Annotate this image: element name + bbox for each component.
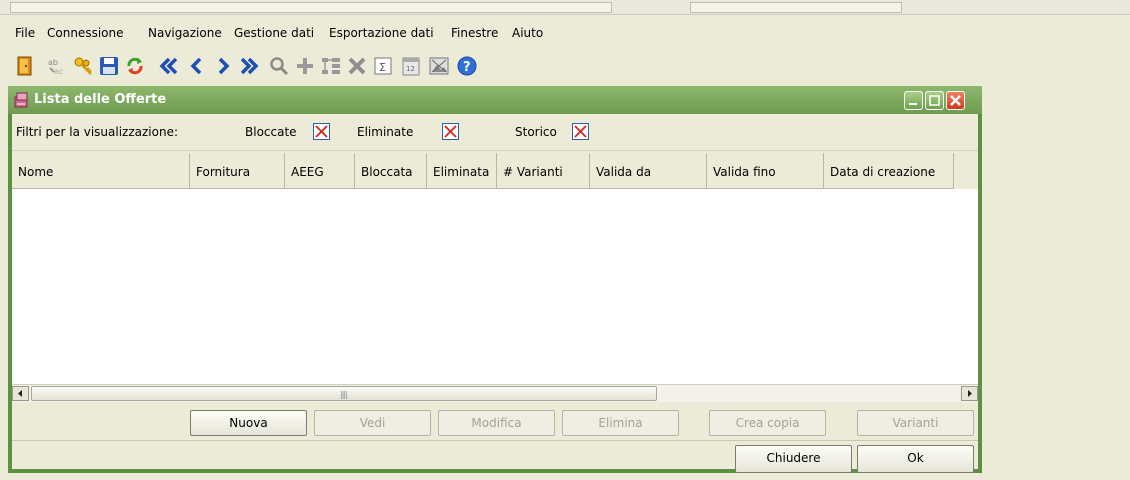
filter-eliminate-checkbox[interactable] <box>442 123 459 140</box>
last-record-icon[interactable] <box>238 55 260 77</box>
image-icon[interactable] <box>428 55 450 77</box>
scroll-grip-icon: |||| <box>340 390 348 399</box>
save-icon[interactable] <box>98 55 120 77</box>
filter-eliminate-label: Eliminate <box>357 125 414 139</box>
filter-bar: Filtri per la visualizzazione: Bloccate … <box>12 114 978 151</box>
maximize-button[interactable] <box>925 91 944 110</box>
vedi-button[interactable]: Vedi <box>314 410 431 436</box>
table-body[interactable] <box>12 189 978 384</box>
menu-connessione[interactable]: Connessione <box>47 26 123 40</box>
menu-esportazione-dati[interactable]: Esportazione dati <box>329 26 434 40</box>
nuova-button[interactable]: Nuova <box>190 410 307 436</box>
ok-button[interactable]: Ok <box>857 445 974 473</box>
filter-bloccate-label: Bloccate <box>245 125 297 139</box>
svg-text:12: 12 <box>406 65 415 73</box>
top-strip-segment <box>10 2 612 13</box>
menu-bar: File Connessione Navigazione Gestione da… <box>0 18 1130 46</box>
column-header-valida-da[interactable]: Valida da <box>590 153 707 189</box>
column-header-valida-fino[interactable]: Valida fino <box>707 153 824 189</box>
window-title-bar[interactable]: Lista delle Offerte <box>8 86 982 114</box>
column-header-aeeg[interactable]: AEEG <box>285 153 355 189</box>
svg-text:Σ: Σ <box>379 61 386 74</box>
structure-icon[interactable] <box>320 55 342 77</box>
column-header-eliminata[interactable]: Eliminata <box>427 153 497 189</box>
keys-icon[interactable] <box>72 55 94 77</box>
top-strip <box>0 0 1130 15</box>
menu-gestione-dati[interactable]: Gestione dati <box>234 26 314 40</box>
scroll-thumb[interactable]: |||| <box>31 386 657 401</box>
filter-storico-label: Storico <box>515 125 557 139</box>
menu-aiuto[interactable]: Aiuto <box>512 26 543 40</box>
table-header: Nome Fornitura AEEG Bloccata Eliminata #… <box>12 153 978 189</box>
help-icon[interactable]: ? <box>456 55 478 77</box>
toolbar: ab ac Σ 12 ? <box>6 50 626 82</box>
sum-icon[interactable]: Σ <box>372 55 394 77</box>
delete-icon[interactable] <box>346 55 368 77</box>
filter-bloccate-checkbox[interactable] <box>313 123 330 140</box>
window-content: Filtri per la visualizzazione: Bloccate … <box>12 114 978 473</box>
column-header-data-di-creazione[interactable]: Data di creazione <box>824 153 954 189</box>
previous-record-icon[interactable] <box>186 55 208 77</box>
action-bar: Nuova Vedi Modifica Elimina Crea copia V… <box>12 404 978 441</box>
horizontal-scrollbar[interactable]: |||| <box>12 384 978 402</box>
scroll-right-button[interactable] <box>961 386 978 401</box>
menu-navigazione[interactable]: Navigazione <box>148 26 222 40</box>
internal-window: Lista delle Offerte Filtri per la visual… <box>8 86 982 473</box>
calendar-icon[interactable]: 12 <box>400 55 422 77</box>
svg-text:?: ? <box>463 60 471 75</box>
column-header-bloccata[interactable]: Bloccata <box>355 153 427 189</box>
window-app-icon <box>14 92 28 108</box>
search-icon[interactable] <box>268 55 290 77</box>
next-record-icon[interactable] <box>212 55 234 77</box>
modifica-button[interactable]: Modifica <box>438 410 555 436</box>
column-header-fornitura[interactable]: Fornitura <box>190 153 285 189</box>
first-record-icon[interactable] <box>158 55 180 77</box>
minimize-button[interactable] <box>904 91 923 110</box>
add-icon[interactable] <box>294 55 316 77</box>
menu-file[interactable]: File <box>15 26 35 40</box>
scroll-left-button[interactable] <box>12 386 29 401</box>
menu-finestre[interactable]: Finestre <box>451 26 498 40</box>
dialog-footer: Chiudere Ok <box>12 441 978 473</box>
column-header-varianti[interactable]: # Varianti <box>497 153 590 189</box>
varianti-button[interactable]: Varianti <box>857 410 974 436</box>
filter-storico-checkbox[interactable] <box>572 123 589 140</box>
filter-label: Filtri per la visualizzazione: <box>16 125 179 139</box>
svg-text:ac: ac <box>54 67 63 76</box>
svg-text:ab: ab <box>48 58 58 67</box>
refresh-icon[interactable] <box>124 55 146 77</box>
close-button[interactable] <box>946 91 965 110</box>
crea-copia-button[interactable]: Crea copia <box>709 410 826 436</box>
exit-door-icon[interactable] <box>14 55 36 77</box>
column-header-nome[interactable]: Nome <box>12 153 190 189</box>
find-replace-icon[interactable]: ab ac <box>46 55 68 77</box>
chiudere-button[interactable]: Chiudere <box>735 445 852 473</box>
window-title: Lista delle Offerte <box>34 92 167 107</box>
elimina-button[interactable]: Elimina <box>562 410 679 436</box>
top-strip-segment <box>690 2 902 13</box>
